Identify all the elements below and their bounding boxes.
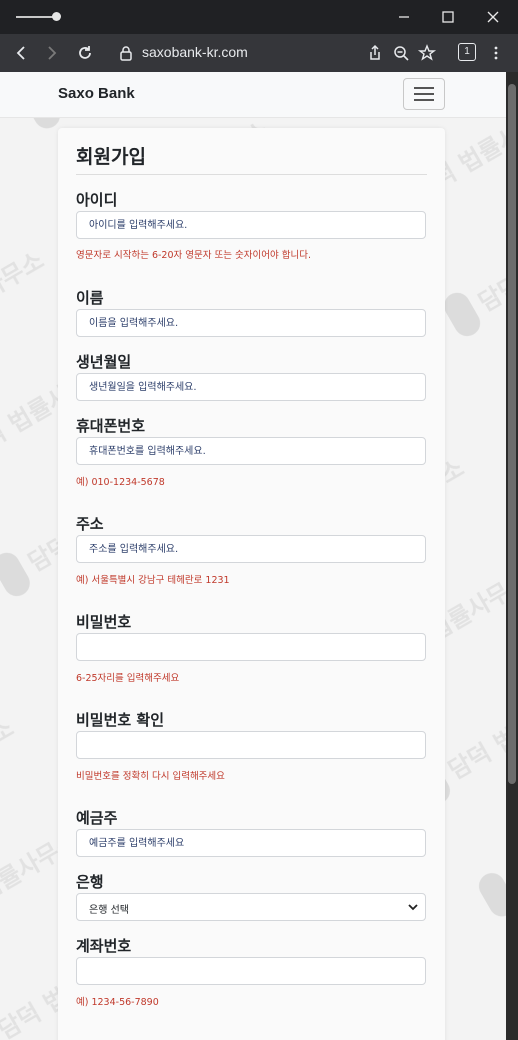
share-icon[interactable] [365, 43, 385, 63]
lock-icon[interactable] [116, 43, 136, 63]
close-icon[interactable] [484, 8, 502, 26]
bank-select[interactable]: 은행 선택 [76, 893, 426, 921]
page-scrollbar[interactable] [506, 72, 518, 1040]
signup-form-card: 회원가입 아이디 영문자로 시작하는 6-20자 영문자 또는 숫자이어야 합니… [58, 128, 445, 1040]
zoom-out-icon[interactable] [391, 43, 411, 63]
forward-arrow-icon[interactable] [42, 43, 62, 63]
phone-hint: 예) 010-1234-5678 [76, 477, 165, 488]
maximize-icon[interactable] [439, 8, 457, 26]
password-confirm-input[interactable] [76, 731, 426, 759]
page-viewport: 담덕 법률사무소 Saxo Bank 회원가입 아이디 영문자로 시작하는 6-… [0, 72, 506, 1040]
password-hint: 6-25자리를 입력해주세요 [76, 673, 180, 684]
password-confirm-label: 비밀번호 확인 [76, 711, 165, 729]
bank-select-value: 은행 선택 [89, 905, 129, 916]
address-bar-url[interactable]: saxobank-kr.com [142, 44, 248, 60]
address-hint: 예) 서울특별시 강남구 테헤란로 1231 [76, 575, 230, 586]
holder-input[interactable] [76, 829, 426, 857]
hamburger-icon [414, 99, 434, 101]
site-navbar: Saxo Bank [0, 72, 506, 118]
userid-input[interactable] [76, 211, 426, 239]
password-confirm-hint: 비밀번호를 정확히 다시 입력해주세요 [76, 771, 225, 782]
password-label: 비밀번호 [76, 613, 132, 631]
zoom-slider-handle[interactable] [52, 12, 61, 21]
phone-input[interactable] [76, 437, 426, 465]
minimize-icon[interactable] [395, 8, 413, 26]
userid-hint: 영문자로 시작하는 6-20자 영문자 또는 숫자이어야 합니다. [76, 250, 311, 261]
more-menu-icon[interactable] [486, 43, 506, 63]
account-label: 계좌번호 [76, 937, 132, 955]
account-input[interactable] [76, 957, 426, 985]
zoom-slider-track[interactable] [16, 16, 56, 18]
birth-label: 생년월일 [76, 353, 132, 371]
address-input[interactable] [76, 535, 426, 563]
browser-toolbar: saxobank-kr.com 1 [0, 34, 518, 72]
title-divider [76, 174, 427, 175]
window-titlebar [0, 0, 518, 34]
password-input[interactable] [76, 633, 426, 661]
tab-count-badge[interactable]: 1 [458, 43, 476, 61]
name-label: 이름 [76, 289, 104, 307]
birth-input[interactable] [76, 373, 426, 401]
form-title: 회원가입 [76, 146, 146, 168]
userid-label: 아이디 [76, 191, 118, 209]
phone-label: 휴대폰번호 [76, 417, 146, 435]
name-input[interactable] [76, 309, 426, 337]
account-hint: 예) 1234-56-7890 [76, 997, 159, 1008]
chevron-down-icon [408, 904, 418, 911]
reload-icon[interactable] [75, 43, 95, 63]
brand-logo-text[interactable]: Saxo Bank [58, 85, 135, 102]
hamburger-icon [414, 87, 434, 89]
address-label: 주소 [76, 515, 104, 533]
bank-label: 은행 [76, 873, 104, 891]
holder-label: 예금주 [76, 809, 118, 827]
hamburger-icon [414, 93, 434, 95]
scrollbar-thumb[interactable] [508, 84, 516, 784]
back-arrow-icon[interactable] [11, 43, 31, 63]
menu-toggle-button[interactable] [403, 78, 445, 110]
bookmark-star-icon[interactable] [417, 43, 437, 63]
